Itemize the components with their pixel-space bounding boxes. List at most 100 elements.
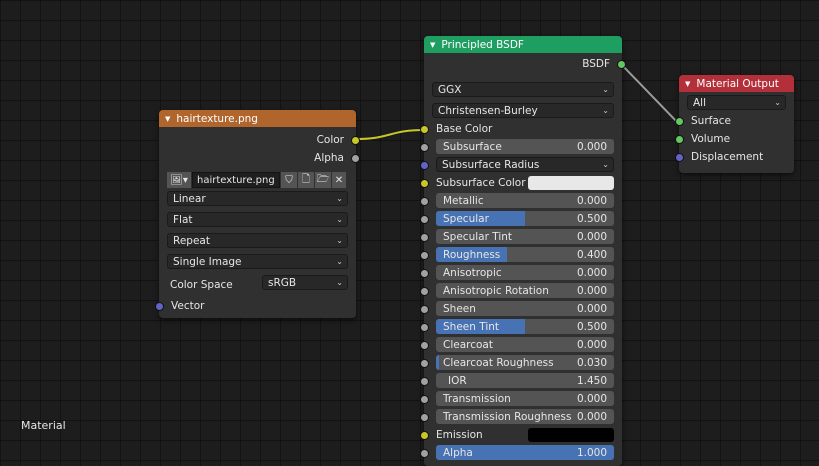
subsurface-method-dropdown[interactable]: Christensen-Burley ⌄ — [432, 103, 614, 118]
link-color-to-base-color-inner — [355, 129, 425, 140]
alpha-output-socket[interactable] — [351, 154, 360, 163]
subsurface-value: 0.000 — [576, 140, 607, 153]
subsurface-radius-socket[interactable] — [420, 161, 429, 170]
base-color-row: Base Color — [420, 120, 622, 138]
sheen-tint-socket[interactable] — [420, 323, 429, 332]
clearcoat-roughness-socket[interactable] — [420, 359, 429, 368]
target-row: All ⌄ — [679, 94, 794, 112]
transmission-label: Transmission — [443, 392, 511, 405]
base-color-socket[interactable] — [420, 125, 429, 134]
bsdf-row-metallic: Metallic 0.000 — [420, 192, 622, 210]
anisotropic-rotation-slider[interactable]: Anisotropic Rotation 0.000 — [436, 283, 614, 298]
interpolation-dropdown[interactable]: Linear ⌄ — [167, 191, 348, 206]
image-texture-node[interactable]: ▼ hairtexture.png Color Alpha 🖼▾ hairtex… — [155, 110, 360, 318]
bsdf-row-subsurface-color: Subsurface Color — [420, 174, 622, 192]
ior-slider[interactable]: IOR 1.450 — [436, 373, 614, 388]
ior-socket[interactable] — [420, 377, 429, 386]
bsdf-node-header[interactable]: ▼ Principled BSDF — [424, 36, 622, 53]
subsurface-color-socket[interactable] — [420, 179, 429, 188]
specular-tint-value: 0.000 — [576, 230, 607, 243]
clearcoat-label: Clearcoat — [443, 338, 493, 351]
sheen-tint-value: 0.500 — [576, 320, 607, 333]
principled-bsdf-node[interactable]: ▼ Principled BSDF BSDF GGX ⌄ Christensen… — [420, 36, 626, 466]
bsdf-output-row: BSDF — [424, 55, 626, 73]
transmission-socket[interactable] — [420, 395, 429, 404]
anisotropic-rotation-socket[interactable] — [420, 287, 429, 296]
ior-label: IOR — [448, 374, 467, 387]
transmission-roughness-value: 0.000 — [576, 410, 607, 423]
alpha-socket[interactable] — [420, 449, 429, 458]
alpha-slider[interactable]: Alpha 1.000 — [436, 445, 614, 460]
sheen-slider[interactable]: Sheen 0.000 — [436, 301, 614, 316]
color-space-dropdown[interactable]: sRGB ⌄ — [262, 275, 348, 290]
subsurface-color-color-swatch[interactable] — [528, 176, 614, 190]
displacement-input-socket[interactable] — [675, 153, 684, 162]
vector-input-socket[interactable] — [155, 302, 164, 311]
source-dropdown[interactable]: Single Image ⌄ — [167, 254, 348, 269]
roughness-label: Roughness — [443, 248, 501, 261]
metallic-socket[interactable] — [420, 197, 429, 206]
collapse-arrow-icon[interactable]: ▼ — [165, 115, 170, 123]
roughness-socket[interactable] — [420, 251, 429, 260]
specular-value: 0.500 — [576, 212, 607, 225]
sheen-tint-slider[interactable]: Sheen Tint 0.500 — [436, 319, 614, 334]
surface-input-label: Surface — [691, 115, 732, 127]
clearcoat-roughness-slider[interactable]: Clearcoat Roughness 0.030 — [436, 355, 614, 370]
transmission-roughness-slider[interactable]: Transmission Roughness 0.000 — [436, 409, 614, 424]
subsurface-radius-dropdown[interactable]: Subsurface Radius ⌄ — [436, 157, 614, 172]
image-node-title: hairtexture.png — [176, 112, 258, 125]
bsdf-input-fields: Subsurface 0.000 Subsurface Radius ⌄ Subsurf… — [420, 138, 622, 462]
surface-input-socket[interactable] — [675, 117, 684, 126]
source-value: Single Image — [173, 255, 242, 268]
output-node-header[interactable]: ▼ Material Output — [679, 75, 794, 92]
interpolation-value: Linear — [173, 192, 206, 205]
color-space-row: Color Space sRGB ⌄ — [159, 274, 356, 295]
clearcoat-slider[interactable]: Clearcoat 0.000 — [436, 337, 614, 352]
anisotropic-socket[interactable] — [420, 269, 429, 278]
subsurface-socket[interactable] — [420, 143, 429, 152]
specular-tint-slider[interactable]: Specular Tint 0.000 — [436, 229, 614, 244]
roughness-slider[interactable]: Roughness 0.400 — [436, 247, 614, 262]
volume-input-socket[interactable] — [675, 135, 684, 144]
specular-socket[interactable] — [420, 215, 429, 224]
collapse-arrow-icon[interactable]: ▼ — [430, 41, 435, 49]
distribution-value: GGX — [438, 83, 462, 96]
bsdf-output-socket[interactable] — [617, 60, 626, 69]
anisotropic-slider[interactable]: Anisotropic 0.000 — [436, 265, 614, 280]
output-alpha-row: Alpha — [159, 149, 360, 167]
clearcoat-socket[interactable] — [420, 341, 429, 350]
distribution-dropdown[interactable]: GGX ⌄ — [432, 82, 614, 97]
bsdf-row-ior: IOR 1.450 — [420, 372, 622, 390]
color-output-socket[interactable] — [351, 136, 360, 145]
bsdf-row-sheen-tint: Sheen Tint 0.500 — [420, 318, 622, 336]
extension-dropdown[interactable]: Repeat ⌄ — [167, 233, 348, 248]
emission-socket[interactable] — [420, 431, 429, 440]
specular-slider[interactable]: Specular 0.500 — [436, 211, 614, 226]
color-space-value: sRGB — [268, 276, 297, 289]
fake-user-shield-icon[interactable]: ⛉ — [281, 172, 297, 188]
projection-dropdown[interactable]: Flat ⌄ — [167, 212, 348, 227]
target-dropdown[interactable]: All ⌄ — [687, 95, 786, 110]
image-name-field[interactable]: hairtexture.png — [192, 172, 280, 188]
transmission-roughness-socket[interactable] — [420, 413, 429, 422]
chevron-down-icon: ⌄ — [602, 160, 609, 169]
sheen-label: Sheen — [443, 302, 476, 315]
bsdf-row-roughness: Roughness 0.400 — [420, 246, 622, 264]
sheen-socket[interactable] — [420, 305, 429, 314]
unlink-close-icon[interactable]: ✕ — [332, 172, 346, 188]
chevron-down-icon: ⌄ — [336, 215, 343, 224]
open-folder-icon[interactable]: 🗁 — [315, 172, 331, 188]
image-node-header[interactable]: ▼ hairtexture.png — [159, 110, 356, 127]
projection-value: Flat — [173, 213, 193, 226]
specular-tint-socket[interactable] — [420, 233, 429, 242]
bsdf-row-specular-tint: Specular Tint 0.000 — [420, 228, 622, 246]
image-browse-icon[interactable]: 🖼▾ — [167, 172, 191, 188]
new-image-icon[interactable]: 🗋 — [298, 172, 314, 188]
subsurface-slider[interactable]: Subsurface 0.000 — [436, 139, 614, 154]
transmission-slider[interactable]: Transmission 0.000 — [436, 391, 614, 406]
emission-color-swatch[interactable] — [528, 428, 614, 442]
metallic-slider[interactable]: Metallic 0.000 — [436, 193, 614, 208]
material-output-node[interactable]: ▼ Material Output All ⌄ Surface Volume D… — [675, 75, 794, 173]
output-node-title: Material Output — [696, 77, 779, 90]
collapse-arrow-icon[interactable]: ▼ — [685, 80, 690, 88]
